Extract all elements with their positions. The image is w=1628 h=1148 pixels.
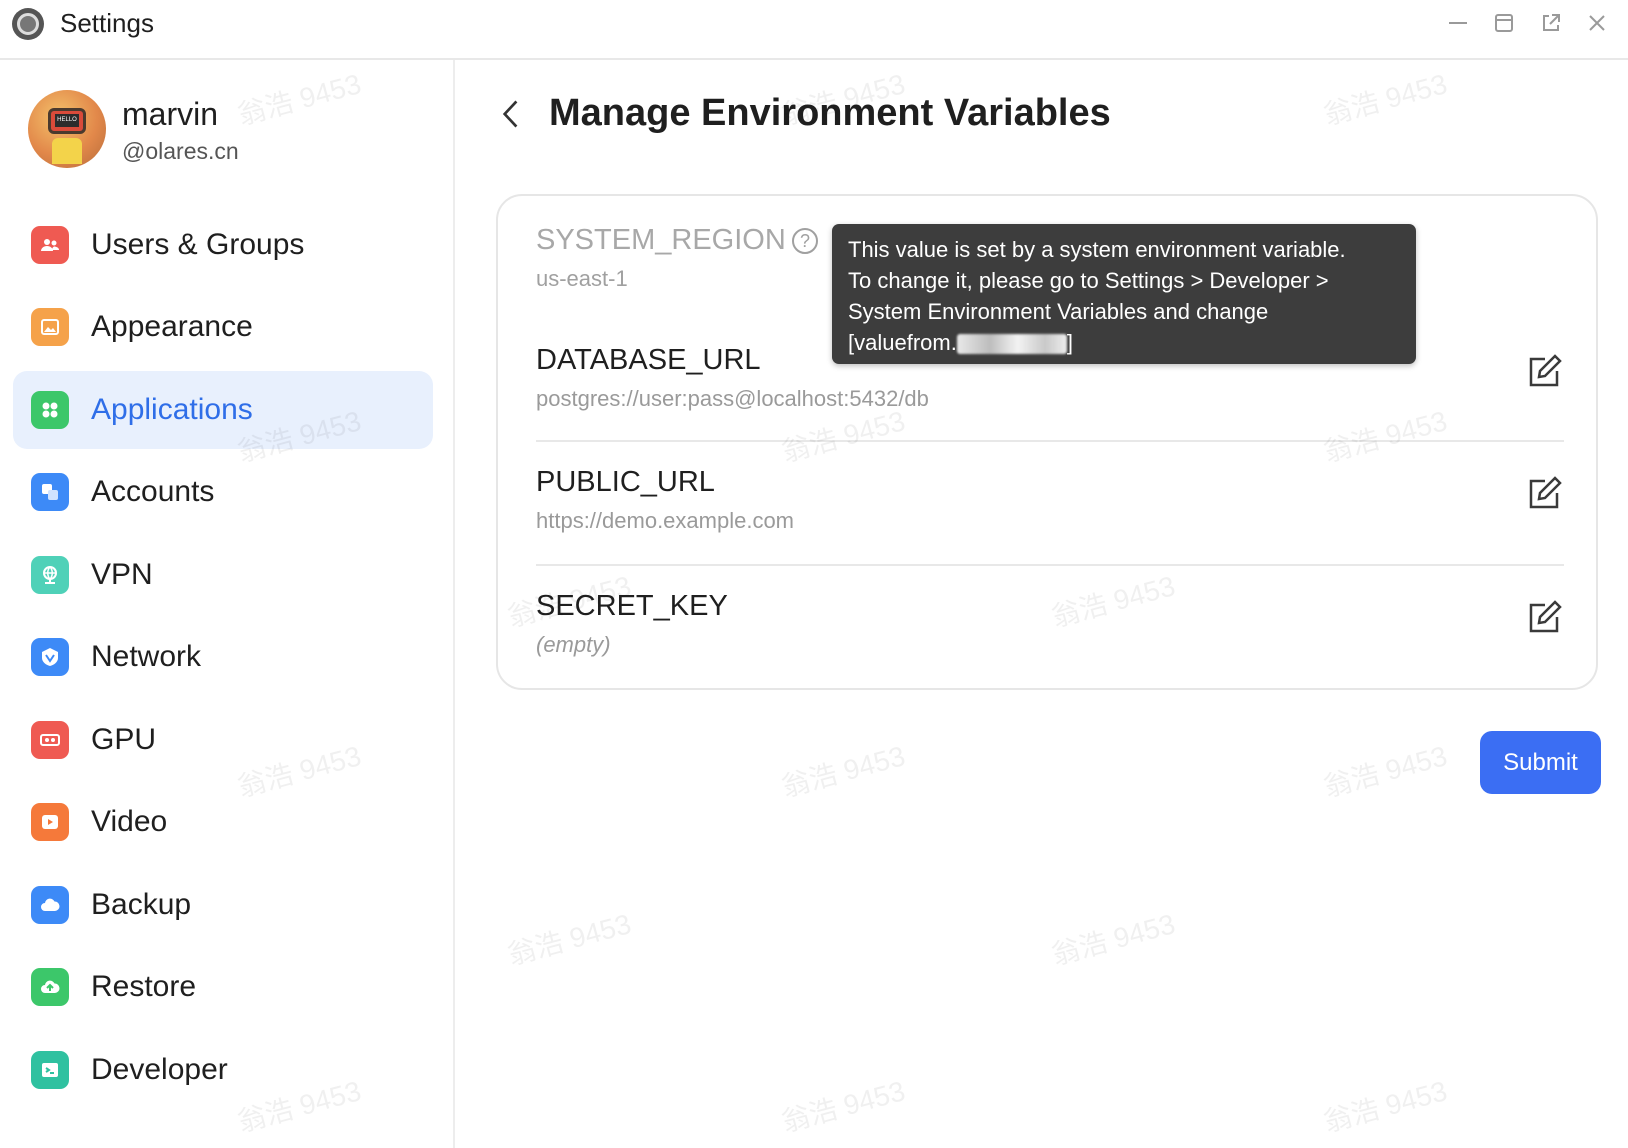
sidebar-item-vpn[interactable]: VPN xyxy=(13,536,433,614)
external-link-icon xyxy=(1543,14,1560,31)
variable-name: PUBLIC_URL xyxy=(536,466,715,498)
row-divider xyxy=(536,440,1564,442)
cloud-icon xyxy=(31,886,69,924)
profile-handle: @olares.cn xyxy=(122,138,239,164)
variable-value: https://demo.example.com xyxy=(536,508,795,533)
variable-name: SECRET_KEY xyxy=(536,590,728,622)
sidebar-item-label: GPU xyxy=(91,723,157,756)
help-tooltip: This value is set by a system environmen… xyxy=(832,224,1416,364)
sidebar-item-label: Users & Groups xyxy=(91,228,305,261)
edit-icon xyxy=(1529,476,1562,509)
edit-button[interactable] xyxy=(1524,598,1564,638)
help-icon[interactable]: ? xyxy=(792,228,818,254)
sidebar-item-video[interactable]: Video xyxy=(13,783,433,861)
sidebar-item-label: Accounts xyxy=(91,475,215,508)
sidebar-item-network[interactable]: Network xyxy=(13,618,433,696)
sidebar-item-label: Applications xyxy=(91,393,253,426)
sidebar-item-backup[interactable]: Backup xyxy=(13,866,433,944)
tooltip-line: System Environment Variables and change xyxy=(848,299,1269,324)
play-icon xyxy=(31,803,69,841)
users-icon xyxy=(31,226,69,264)
tooltip-line-suffix: ] xyxy=(1066,330,1073,355)
tooltip-line: [valuefrom.] xyxy=(848,327,1400,358)
sidebar-item-gpu[interactable]: GPU xyxy=(13,701,433,779)
sidebar-item-restore[interactable]: Restore xyxy=(13,948,433,1026)
window-title: Settings xyxy=(60,8,154,38)
variable-value: us-east-1 xyxy=(536,266,628,291)
edit-button[interactable] xyxy=(1524,352,1564,392)
watermark: 翁浩 9453 xyxy=(778,740,909,803)
watermark: 翁浩 9453 xyxy=(778,1075,909,1138)
profile-name: marvin xyxy=(122,96,219,132)
sidebar-item-label: Video xyxy=(91,805,168,838)
edit-button[interactable] xyxy=(1524,474,1564,514)
page-title: Manage Environment Variables xyxy=(549,92,1111,134)
sidebar-item-users-groups[interactable]: Users & Groups xyxy=(13,206,433,284)
watermark: 翁浩 9453 xyxy=(504,908,635,971)
close-icon xyxy=(1589,15,1605,31)
avatar: HELLO xyxy=(28,90,106,168)
pop-out-button[interactable] xyxy=(1536,8,1566,38)
watermark: 翁浩 9453 xyxy=(1048,908,1179,971)
watermark: 翁浩 9453 xyxy=(1320,68,1451,131)
variable-value: (empty) xyxy=(536,632,611,657)
image-icon xyxy=(31,308,69,346)
variable-value: postgres://user:pass@localhost:5432/db xyxy=(536,386,929,411)
minimize-button[interactable] xyxy=(1443,8,1473,38)
gpu-icon xyxy=(31,721,69,759)
back-button[interactable] xyxy=(496,94,526,134)
sidebar-item-developer[interactable]: Developer xyxy=(13,1031,433,1109)
cloud-restore-icon xyxy=(31,968,69,1006)
row-divider xyxy=(536,564,1564,566)
restore-button[interactable] xyxy=(1489,8,1519,38)
globe-icon xyxy=(31,556,69,594)
minimize-icon xyxy=(1449,22,1467,24)
accounts-icon xyxy=(31,473,69,511)
tooltip-line: This value is set by a system environmen… xyxy=(848,237,1346,262)
env-variable-row: SECRET_KEY (empty) xyxy=(536,590,1564,680)
sidebar-item-label: VPN xyxy=(91,558,153,591)
close-button[interactable] xyxy=(1582,8,1612,38)
edit-icon xyxy=(1529,354,1562,387)
env-variable-row: PUBLIC_URL https://demo.example.com xyxy=(536,466,1564,556)
settings-app-icon xyxy=(12,8,44,40)
restore-icon xyxy=(1495,14,1513,32)
apps-grid-icon xyxy=(31,391,69,429)
sidebar-item-label: Restore xyxy=(91,970,197,1003)
edit-icon xyxy=(1529,600,1562,633)
tooltip-line: To change it, please go to Settings > De… xyxy=(848,268,1329,293)
sidebar-item-label: Developer xyxy=(91,1053,228,1086)
sidebar-item-appearance[interactable]: Appearance xyxy=(13,288,433,366)
watermark: 翁浩 9453 xyxy=(1320,740,1451,803)
sidebar-item-applications[interactable]: Applications xyxy=(13,371,433,449)
sidebar-item-label: Backup xyxy=(91,888,192,921)
tooltip-line-prefix: [valuefrom. xyxy=(848,330,957,355)
sidebar-item-label: Network xyxy=(91,640,202,673)
redacted-text xyxy=(956,334,1067,355)
watermark: 翁浩 9453 xyxy=(1320,1075,1451,1138)
sidebar-item-label: Appearance xyxy=(91,310,253,343)
sidebar-item-accounts[interactable]: Accounts xyxy=(13,453,433,531)
avatar-screen-text: HELLO xyxy=(55,114,79,127)
submit-button[interactable]: Submit xyxy=(1480,731,1601,794)
variable-name: DATABASE_URL xyxy=(536,344,761,376)
network-icon xyxy=(31,638,69,676)
chevron-left-icon xyxy=(502,100,518,128)
title-bar: Settings xyxy=(0,0,1628,60)
terminal-icon xyxy=(31,1051,69,1089)
variable-name: SYSTEM_REGION xyxy=(536,224,786,256)
